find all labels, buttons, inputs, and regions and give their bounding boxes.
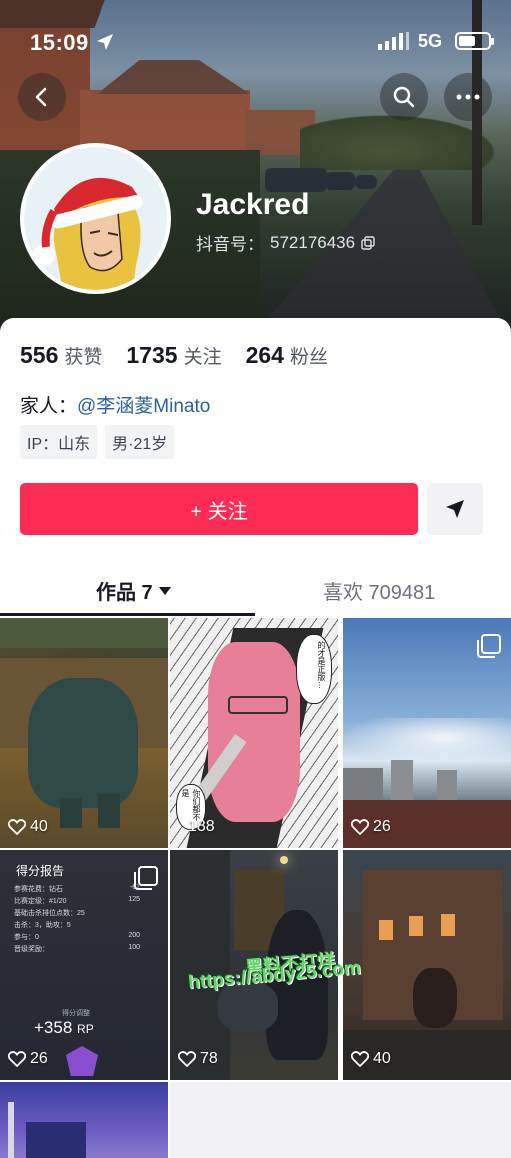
stat-label: 获赞 [64, 347, 103, 368]
speech-bubble: 的才是正版… [296, 634, 332, 704]
like-count: 26 [8, 1050, 48, 1068]
stat-likes[interactable]: 556 获赞 [20, 342, 102, 369]
douyin-id-row[interactable]: 抖音号： 572176436 [196, 230, 375, 255]
like-count: 26 [351, 818, 391, 836]
like-count: 40 [8, 818, 48, 836]
network-type: 5G [418, 31, 443, 51]
caret-down-icon [158, 586, 171, 595]
tab-likes[interactable]: 喜欢 709481 [323, 576, 435, 605]
bio-prefix: 家人： [20, 396, 78, 417]
heart-icon [8, 1051, 26, 1067]
tab-works-label: 作品 7 [96, 582, 153, 604]
more-dots-icon [456, 94, 480, 100]
video-thumbnail[interactable]: 40 [0, 618, 168, 848]
profile-page: 15:09 5G Jackred 抖音号： 572176436 556 获赞 1… [0, 0, 511, 1158]
bio-mention-link[interactable]: @李涵菱Minato [77, 396, 210, 417]
multi-image-icon [477, 634, 501, 658]
copy-icon[interactable] [361, 235, 375, 250]
report-subtitle: 得分调整 [62, 1010, 90, 1017]
avatar-illustration [33, 177, 143, 290]
video-thumbnail[interactable] [0, 1082, 168, 1158]
video-thumbnail[interactable]: 26 [343, 618, 511, 848]
video-thumbnail[interactable]: 的才是正版… 你们都不是 188 [170, 618, 338, 848]
rank-badge-icon [66, 1046, 98, 1076]
signal-icon [378, 32, 409, 50]
douyin-id-value: 572176436 [270, 232, 356, 252]
video-grid: 40 的才是正版… 你们都不是 188 26 得分报告 参赛花费：钻石 -67 … [0, 618, 511, 1158]
report-rows: 参赛花费：钻石 -67 比赛定级：#1/20 125 基础击杀排位点数：25 击杀：… [14, 884, 140, 953]
grid-placeholder [170, 1082, 511, 1158]
location-arrow-icon [97, 34, 113, 50]
multi-image-icon [134, 866, 158, 890]
heart-icon [351, 819, 369, 835]
follow-button-label: + 关注 [190, 500, 248, 523]
status-bar: 15:09 5G [0, 0, 511, 64]
profile-tabs: 作品 7 喜欢 709481 [0, 562, 511, 616]
heart-icon [8, 819, 26, 835]
search-button[interactable] [380, 73, 428, 121]
douyin-id-label: 抖音号： [196, 235, 264, 254]
heart-icon [178, 1051, 196, 1067]
stat-following[interactable]: 1735 关注 [126, 342, 221, 369]
search-icon [393, 86, 415, 108]
heart-icon [351, 1051, 369, 1067]
battery-icon [455, 32, 494, 50]
video-thumbnail[interactable]: 40 [343, 850, 511, 1080]
back-button[interactable] [18, 73, 66, 121]
gender-age-tag: 男·21岁 [105, 425, 175, 459]
follow-button[interactable]: + 关注 [20, 483, 418, 535]
stats-row: 556 获赞 1735 关注 264 粉丝 [20, 342, 352, 369]
video-thumbnail[interactable]: 得分报告 参赛花费：钻石 -67 比赛定级：#1/20 125 基础击杀排位点数：2… [0, 850, 168, 1080]
stat-value: 556 [20, 342, 59, 368]
stat-value: 264 [245, 342, 284, 368]
profile-name: Jackred [196, 188, 310, 221]
stat-label: 关注 [183, 347, 222, 368]
bio: 家人：@李涵菱Minato [20, 391, 210, 418]
send-icon [446, 500, 464, 518]
like-count: 40 [351, 1050, 391, 1068]
profile-tags: IP：山东 男·21岁 [20, 425, 175, 459]
like-count: 188 [188, 818, 215, 835]
report-title: 得分报告 [16, 864, 65, 878]
stat-label: 粉丝 [289, 347, 328, 368]
share-button[interactable] [427, 483, 483, 535]
avatar[interactable] [20, 143, 171, 294]
stat-followers[interactable]: 264 粉丝 [246, 342, 328, 369]
tab-works[interactable]: 作品 7 [96, 576, 171, 605]
status-time: 15:09 [30, 30, 89, 55]
more-button[interactable] [444, 73, 492, 121]
stat-value: 1735 [126, 342, 178, 368]
chevron-left-icon [35, 87, 47, 107]
tab-active-indicator [0, 613, 255, 616]
like-count: 78 [178, 1050, 218, 1068]
ip-location-tag: IP：山东 [20, 425, 98, 459]
report-score: +358 RP [34, 1018, 94, 1037]
